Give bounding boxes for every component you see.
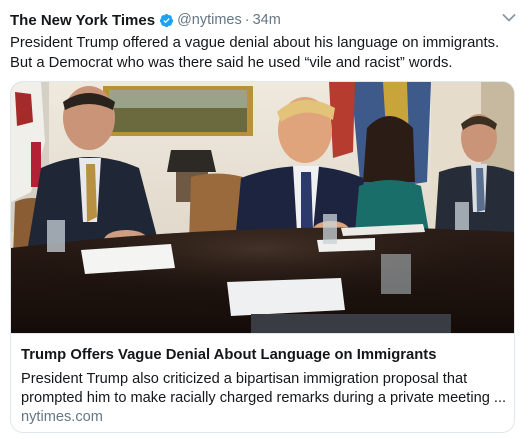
card-description: President Trump also criticized a bipart…	[21, 371, 507, 406]
tweet-timestamp[interactable]: 34m	[253, 12, 281, 28]
chevron-down-icon[interactable]	[502, 13, 516, 23]
tweet-text: President Trump offered a vague denial a…	[10, 35, 500, 71]
verified-badge-icon	[160, 13, 174, 27]
card-image[interactable]	[11, 82, 514, 333]
tweet[interactable]: The New York Times @nytimes · 34m Presid…	[0, 0, 530, 439]
link-card[interactable]: Trump Offers Vague Denial About Language…	[10, 81, 515, 433]
separator: ·	[244, 12, 250, 28]
author-handle[interactable]: @nytimes	[177, 12, 242, 28]
author-name[interactable]: The New York Times	[10, 12, 155, 29]
tweet-header: The New York Times @nytimes · 34m	[10, 10, 281, 30]
meeting-photo	[11, 82, 514, 333]
card-domain[interactable]: nytimes.com	[21, 409, 103, 425]
card-title[interactable]: Trump Offers Vague Denial About Language…	[21, 347, 436, 363]
card-body[interactable]: Trump Offers Vague Denial About Language…	[11, 333, 514, 432]
